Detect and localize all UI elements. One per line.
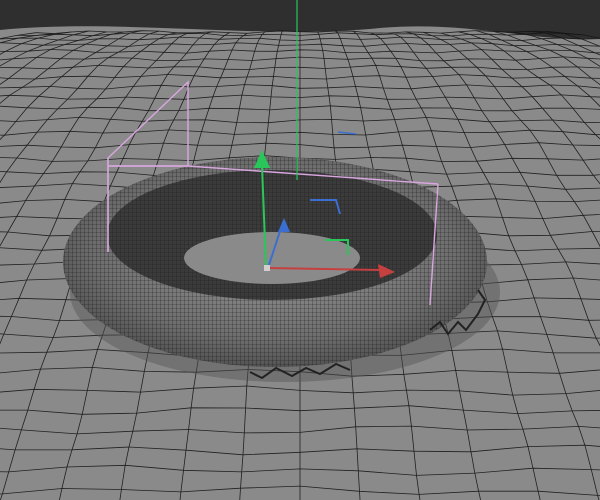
3d-viewport[interactable] (0, 0, 600, 500)
gizmo-pivot[interactable] (264, 265, 270, 271)
scene-canvas[interactable] (0, 0, 600, 500)
